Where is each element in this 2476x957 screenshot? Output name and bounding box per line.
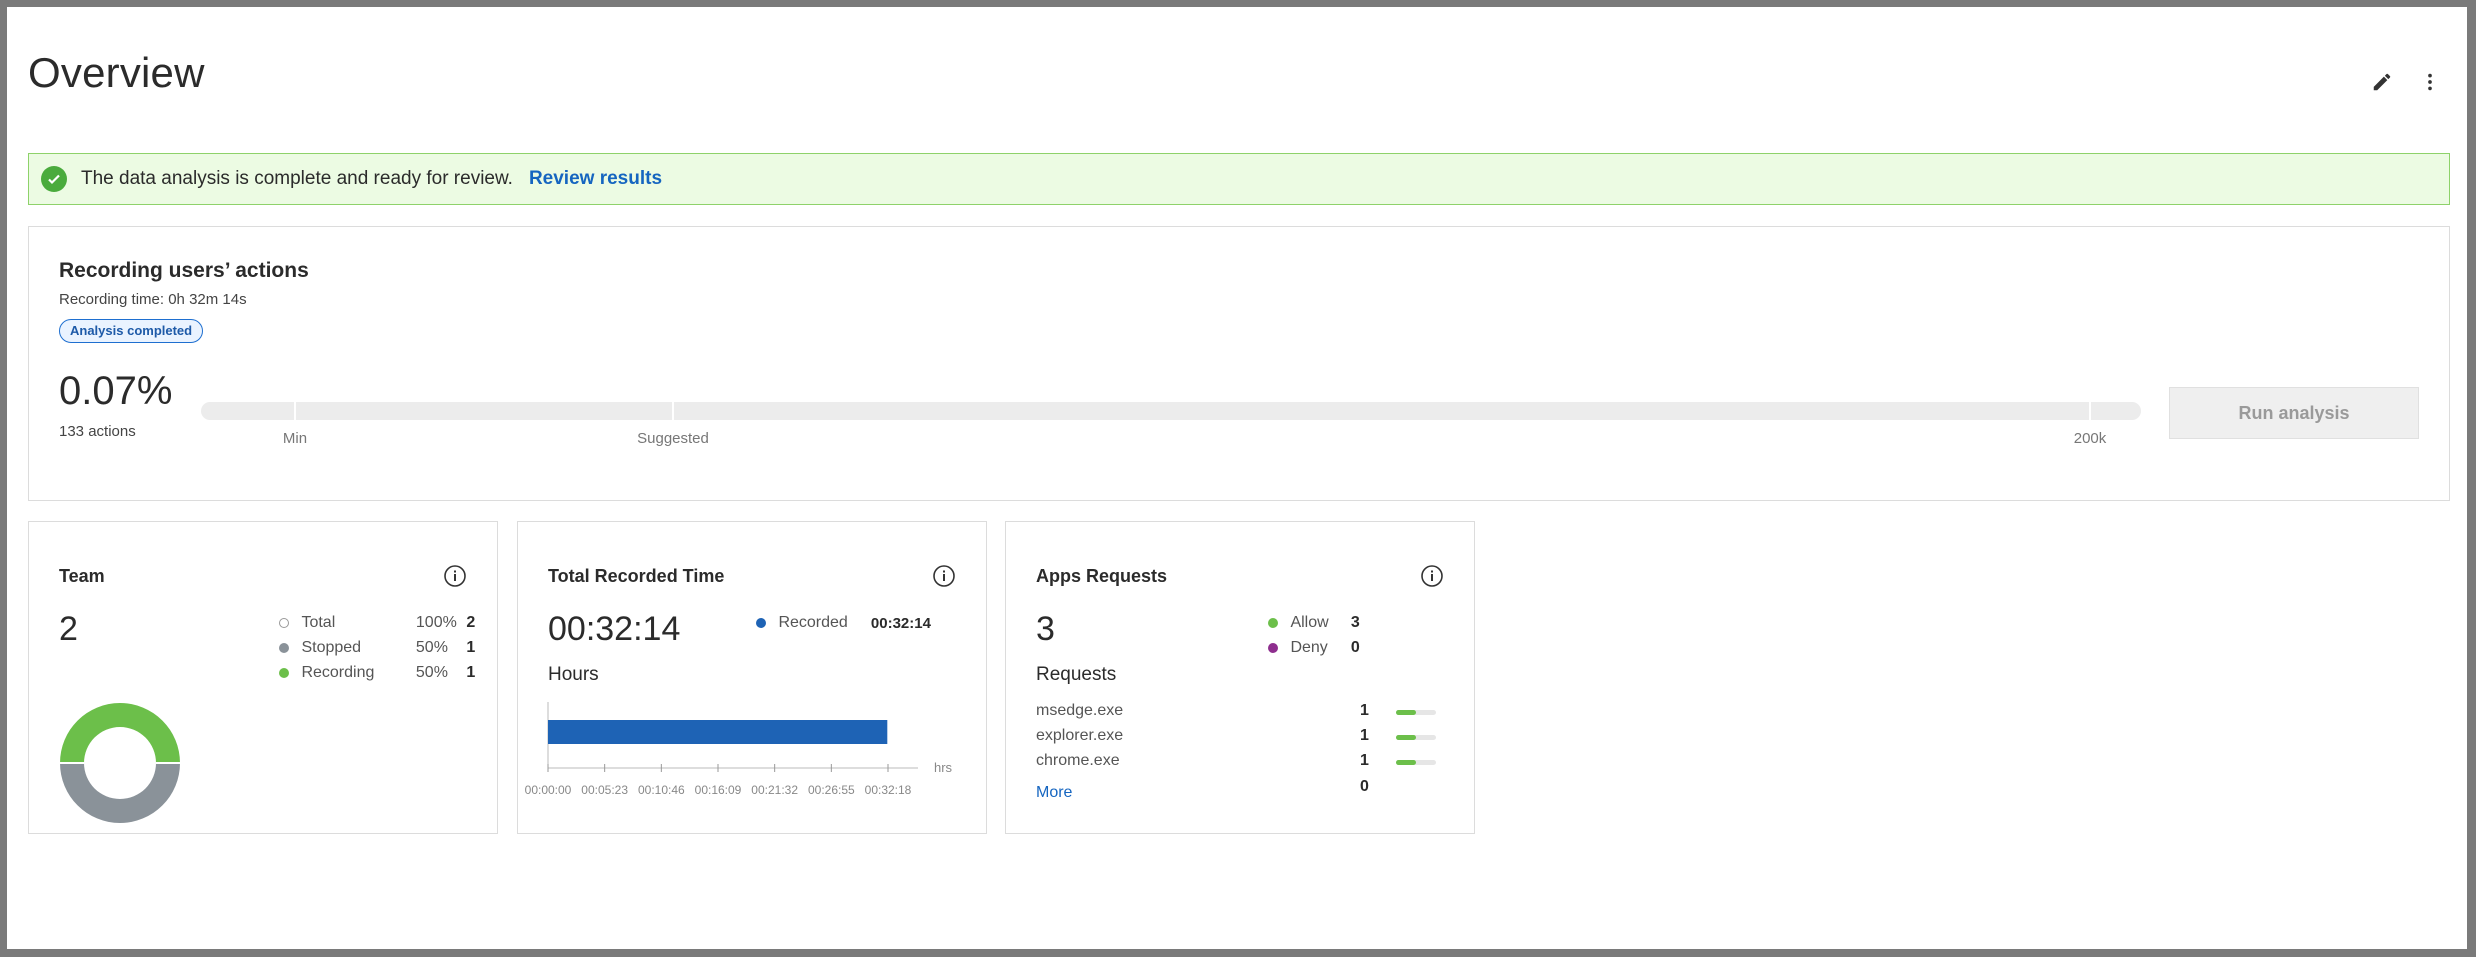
actions-count: 133 actions: [59, 423, 136, 440]
legend-label: Recorded: [778, 614, 848, 631]
more-link[interactable]: More: [1036, 784, 1072, 802]
legend-dot: [279, 643, 289, 653]
apps-requests-card: Apps Requests 3 Allow 3 Deny 0 Requests …: [1005, 521, 1475, 834]
app-request-count: 1: [1360, 727, 1369, 744]
legend-value: 1: [466, 664, 476, 681]
more-count: 0: [1360, 778, 1369, 795]
legend-pct: 50%: [415, 639, 448, 656]
list-item: chrome.exe: [1036, 752, 1120, 769]
app-usage-fill: [1396, 710, 1416, 715]
axis-tick-label: 00:16:09: [695, 783, 742, 797]
check-circle-icon: [41, 166, 67, 192]
slider-label-suggested: Suggested: [637, 430, 709, 447]
slider-tick-min: [294, 402, 296, 420]
legend-label: Total: [301, 614, 336, 631]
legend-pct: 100%: [415, 614, 457, 631]
more-vertical-icon[interactable]: [2415, 67, 2445, 97]
legend-label: Deny: [1290, 639, 1328, 656]
info-icon[interactable]: [1420, 564, 1444, 588]
recording-card: Recording users’ actions Recording time:…: [28, 226, 2450, 501]
axis-tick-label: 00:05:23: [581, 783, 628, 797]
recording-title: Recording users’ actions: [59, 259, 309, 282]
app-request-count: 1: [1360, 702, 1369, 719]
axis-tick-label: 00:10:46: [638, 783, 685, 797]
slider-tick-suggested: [672, 402, 674, 420]
app-window: Overview The data analysis is complete a…: [7, 7, 2467, 949]
legend-allow: Allow 3: [1268, 614, 1360, 634]
recorded-time-value: 00:32:14: [548, 610, 681, 648]
legend-pct: 50%: [415, 664, 448, 681]
axis-tick-label: 00:32:18: [865, 783, 912, 797]
legend-label: Recording: [301, 664, 375, 681]
legend-recorded: Recorded 00:32:14: [756, 614, 931, 634]
recording-time: Recording time: 0h 32m 14s: [59, 291, 247, 308]
success-banner: The data analysis is complete and ready …: [28, 153, 2450, 205]
app-usage-bar: [1396, 760, 1436, 765]
axis-tick-label: 00:26:55: [808, 783, 855, 797]
info-icon[interactable]: [443, 564, 467, 588]
team-count: 2: [59, 610, 78, 648]
app-usage-fill: [1396, 735, 1416, 740]
donut-segment-stopped: [60, 763, 180, 823]
list-item: explorer.exe: [1036, 727, 1124, 744]
legend-stopped: Stopped 50% 1: [279, 639, 475, 659]
legend-dot: [756, 618, 766, 628]
slider-label-min: Min: [282, 430, 308, 447]
recorded-time-card: Total Recorded Time 00:32:14 Recorded 00…: [517, 521, 987, 834]
recorded-time-bar-chart: 00:00:00 00:05:23 00:10:46 00:16:09 00:21:32…: [525, 702, 953, 797]
legend-dot: [279, 668, 289, 678]
donut-segment-recording: [60, 703, 180, 763]
legend-value: 1: [466, 639, 476, 656]
banner-message: The data analysis is complete and ready …: [81, 168, 513, 189]
bar-recorded: [548, 720, 888, 744]
app-usage-bar: [1396, 710, 1436, 715]
axis-tick-label: 00:21:32: [751, 783, 798, 797]
legend-label: Allow: [1290, 614, 1329, 631]
pencil-icon[interactable]: [2367, 67, 2397, 97]
axis-caption: Hours: [548, 664, 599, 685]
app-request-count: 1: [1360, 752, 1369, 769]
legend-total: Total 100% 2: [279, 614, 475, 634]
recorded-time-title: Total Recorded Time: [548, 566, 725, 586]
legend-dot: [1268, 618, 1278, 628]
team-donut-chart: [60, 703, 180, 823]
legend-value: 00:32:14: [870, 614, 931, 632]
legend-value: 0: [1350, 639, 1360, 656]
review-results-link[interactable]: Review results: [529, 168, 662, 190]
axis-unit-label: hrs: [934, 760, 953, 775]
team-title: Team: [59, 566, 105, 586]
app-usage-bar: [1396, 735, 1436, 740]
legend-label: Stopped: [301, 639, 362, 656]
requests-label: Requests: [1036, 664, 1117, 685]
run-analysis-button[interactable]: Run analysis: [2169, 387, 2419, 439]
legend-recording: Recording 50% 1: [279, 664, 475, 684]
apps-title: Apps Requests: [1036, 566, 1168, 586]
legend-deny: Deny 0: [1268, 639, 1360, 659]
axis-tick-label: 00:00:00: [525, 783, 572, 797]
actions-slider[interactable]: [201, 402, 2141, 420]
page-title: Overview: [28, 49, 205, 96]
actions-percent: 0.07%: [59, 369, 173, 413]
slider-tick-max: [2089, 402, 2091, 420]
legend-dot: [279, 618, 289, 628]
team-card: Team 2 Total 100% 2 Stopped 50% 1 Record…: [28, 521, 498, 834]
apps-count: 3: [1036, 610, 1055, 648]
legend-dot: [1268, 643, 1278, 653]
app-usage-fill: [1396, 760, 1416, 765]
list-item: msedge.exe: [1036, 702, 1124, 719]
legend-value: 3: [1350, 614, 1360, 631]
legend-value: 2: [466, 614, 476, 631]
info-icon[interactable]: [932, 564, 956, 588]
slider-label-max: 200k: [2073, 430, 2107, 447]
status-badge: Analysis completed: [59, 319, 204, 343]
